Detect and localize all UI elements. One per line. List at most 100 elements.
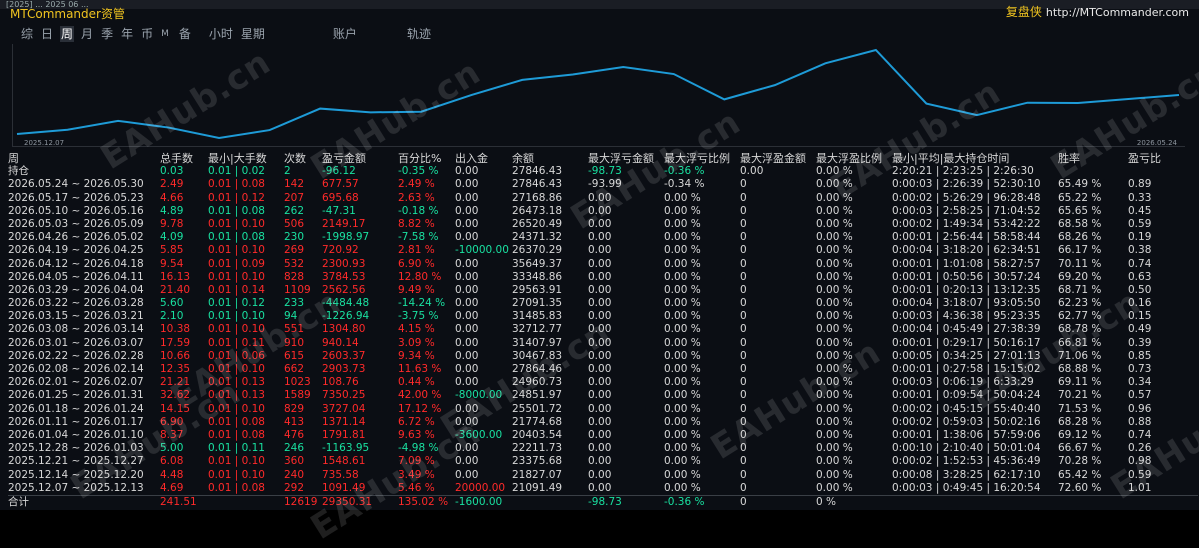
table-row-cell-13: 68.58 % xyxy=(1058,217,1102,230)
table-row-cell-9: 0.00 % xyxy=(664,336,701,349)
table-row-cell-1: 2.49 xyxy=(160,178,184,191)
table-row-cell-7: 27091.35 xyxy=(512,297,563,310)
position-row-cell-2: 0.01 | 0.02 xyxy=(208,165,265,178)
table-row-cell-9: 0.00 % xyxy=(664,389,701,402)
table-row-cell-12: 0:00:01 | 1:38:06 | 57:59:06 xyxy=(892,428,1041,441)
table-row-cell-11: 0.00 % xyxy=(816,231,853,244)
position-row-cell-0: 持仓 xyxy=(8,165,29,178)
table-row-cell-0: 2026.02.08 ~ 2026.02.14 xyxy=(8,363,144,375)
table-row-cell-11: 0.00 % xyxy=(816,283,853,296)
table-row-cell-11: 0.00 % xyxy=(816,442,853,455)
table-row-cell-9: 0.00 % xyxy=(664,257,701,270)
tab-8[interactable]: 备 xyxy=(178,26,192,42)
table-row-cell-2: 0.01 | 0.08 xyxy=(208,204,265,217)
table-row-cell-0: 2026.01.11 ~ 2026.01.17 xyxy=(8,415,144,428)
table-row-cell-5: 42.00 % xyxy=(398,389,442,402)
table-row-cell-11: 0.00 % xyxy=(816,270,853,283)
table-row-cell-2: 0.01 | 0.10 xyxy=(208,310,265,323)
table-row-cell-13: 72.60 % xyxy=(1058,481,1102,494)
table-row-cell-11: 0.00 % xyxy=(816,323,853,336)
table-row-cell-10: 0 xyxy=(740,323,747,336)
table-row-cell-14: 0.19 xyxy=(1128,231,1152,244)
table-row-cell-13: 70.11 % xyxy=(1058,257,1102,270)
table-row-cell-4: 735.58 xyxy=(322,468,359,481)
table-row-cell-0: 2026.01.25 ~ 2026.01.31 xyxy=(8,389,144,402)
table-row-cell-1: 4.09 xyxy=(160,231,184,244)
tab-11[interactable]: 账户 xyxy=(332,26,358,42)
tab-2[interactable]: 周 xyxy=(60,26,75,42)
tab-5[interactable]: 年 xyxy=(120,26,134,42)
table-row-cell-5: 9.49 % xyxy=(398,283,435,296)
table-header-cell-5: 百分比% xyxy=(398,152,442,165)
table-row-cell-7: 20403.54 xyxy=(512,428,563,441)
table-row-cell-4: 2603.37 xyxy=(322,349,366,362)
table-row-cell-7: 26520.49 xyxy=(512,217,563,230)
table-row-cell-4: 7350.25 xyxy=(322,389,366,402)
tab-1[interactable]: 日 xyxy=(40,26,54,42)
total-cell-0: 合计 xyxy=(8,495,29,508)
table-row-cell-6: -10000.00 xyxy=(455,244,509,257)
table-header-cell-1: 总手数 xyxy=(160,152,193,165)
table-row-cell-12: 0:00:01 | 0:20:13 | 13:12:35 xyxy=(892,283,1041,296)
table-row-cell-12: 0:00:04 | 0:45:49 | 27:38:39 xyxy=(892,323,1041,336)
table-row-cell-1: 17.59 xyxy=(160,336,191,349)
table-row-cell-1: 5.60 xyxy=(160,297,184,310)
table-row-cell-9: 0.00 % xyxy=(664,415,701,428)
table-row-cell-7: 21774.68 xyxy=(512,415,563,428)
brand-cn: 复盘侠 xyxy=(1005,5,1042,19)
table-row-cell-7: 22211.73 xyxy=(512,442,563,455)
table-row-cell-13: 68.28 % xyxy=(1058,415,1102,428)
table-row-cell-1: 9.54 xyxy=(160,257,184,270)
table-row-cell-10: 0 xyxy=(740,204,747,217)
position-row-cell-7: 27846.43 xyxy=(512,165,563,178)
tab-6[interactable]: 币 xyxy=(140,26,154,42)
table-row-cell-12: 0:00:08 | 3:28:25 | 62:17:10 xyxy=(892,468,1041,481)
table-row-cell-4: 1791.81 xyxy=(322,428,366,441)
tab-12[interactable]: 轨迹 xyxy=(406,26,432,42)
table-row: 2026.03.29 ~ 2026.04.04 21.40 0.01 | 0.14 1… xyxy=(8,284,1198,297)
tab-0[interactable]: 综 xyxy=(20,26,34,42)
table-row: 2026.04.26 ~ 2026.05.02 4.09 0.01 | 0.08 23… xyxy=(8,231,1198,244)
table-row-cell-13: 71.53 % xyxy=(1058,402,1102,415)
table-row-cell-8: 0.00 xyxy=(588,283,612,296)
table-row-cell-5: -14.24 % xyxy=(398,297,446,310)
table-row-cell-2: 0.01 | 0.12 xyxy=(208,297,265,310)
table-row-cell-5: 2.49 % xyxy=(398,178,435,191)
table-row-cell-10: 0 xyxy=(740,468,747,481)
position-row-cell-5: -0.35 % xyxy=(398,165,439,178)
tab-10[interactable]: 星期 xyxy=(240,26,266,42)
table-row-cell-6: 0.00 xyxy=(455,349,479,362)
table-row-cell-9: 0.00 % xyxy=(664,402,701,415)
table-row-cell-0: 2026.05.17 ~ 2026.05.23 xyxy=(8,191,144,204)
tab-4[interactable]: 季 xyxy=(100,26,114,42)
table-row-cell-14: 0.59 xyxy=(1128,217,1152,230)
tab-7[interactable]: M xyxy=(160,26,170,42)
table-row-cell-11: 0.00 % xyxy=(816,428,853,441)
table-row-cell-12: 0:00:01 | 0:29:17 | 50:16:17 xyxy=(892,336,1041,349)
table-row-cell-4: 1371.14 xyxy=(322,415,366,428)
brand-url[interactable]: http://MTCommander.com xyxy=(1046,6,1189,19)
brand-link[interactable]: 复盘侠 http://MTCommander.com xyxy=(1006,5,1189,20)
table-header-cell-7: 余额 xyxy=(512,152,534,165)
table-row-cell-7: 33348.86 xyxy=(512,270,563,283)
table-row-cell-14: 0.74 xyxy=(1128,428,1152,441)
table-header: 周总手数 最小|大手数 次数 盈亏金额 百分比% 出入金 余额 最大浮亏金额 最大浮亏比例 最大浮… xyxy=(8,152,1198,165)
table-row-cell-7: 26370.29 xyxy=(512,244,563,257)
table-row-cell-10: 0 xyxy=(740,178,747,191)
tab-9[interactable]: 小时 xyxy=(208,26,234,42)
table-row-cell-0: 2026.04.05 ~ 2026.04.11 xyxy=(8,270,144,283)
table-row-cell-6: 0.00 xyxy=(455,323,479,336)
table-row-cell-9: 0.00 % xyxy=(664,363,701,375)
table-row-cell-11: 0.00 % xyxy=(816,257,853,270)
table-row: 2026.04.12 ~ 2026.04.18 9.54 0.01 | 0.09 53… xyxy=(8,258,1198,271)
table-row-cell-12: 0:00:03 | 2:58:25 | 71:04:52 xyxy=(892,204,1041,217)
tab-3[interactable]: 月 xyxy=(80,26,94,42)
table-row-cell-2: 0.01 | 0.14 xyxy=(208,283,265,296)
table-row-cell-12: 0:00:01 | 2:56:44 | 58:58:44 xyxy=(892,231,1041,244)
table-row-cell-10: 0 xyxy=(740,244,747,257)
table-row-cell-12: 0:00:02 | 0:45:15 | 55:40:40 xyxy=(892,402,1041,415)
table-row-cell-3: 829 xyxy=(284,402,305,415)
table-row-cell-5: -3.75 % xyxy=(398,310,439,323)
total-row: 合计 241.51 12619 29350.31 135.02 % -1600.00 -98… xyxy=(8,494,1198,509)
table-row-cell-8: 0.00 xyxy=(588,415,612,428)
